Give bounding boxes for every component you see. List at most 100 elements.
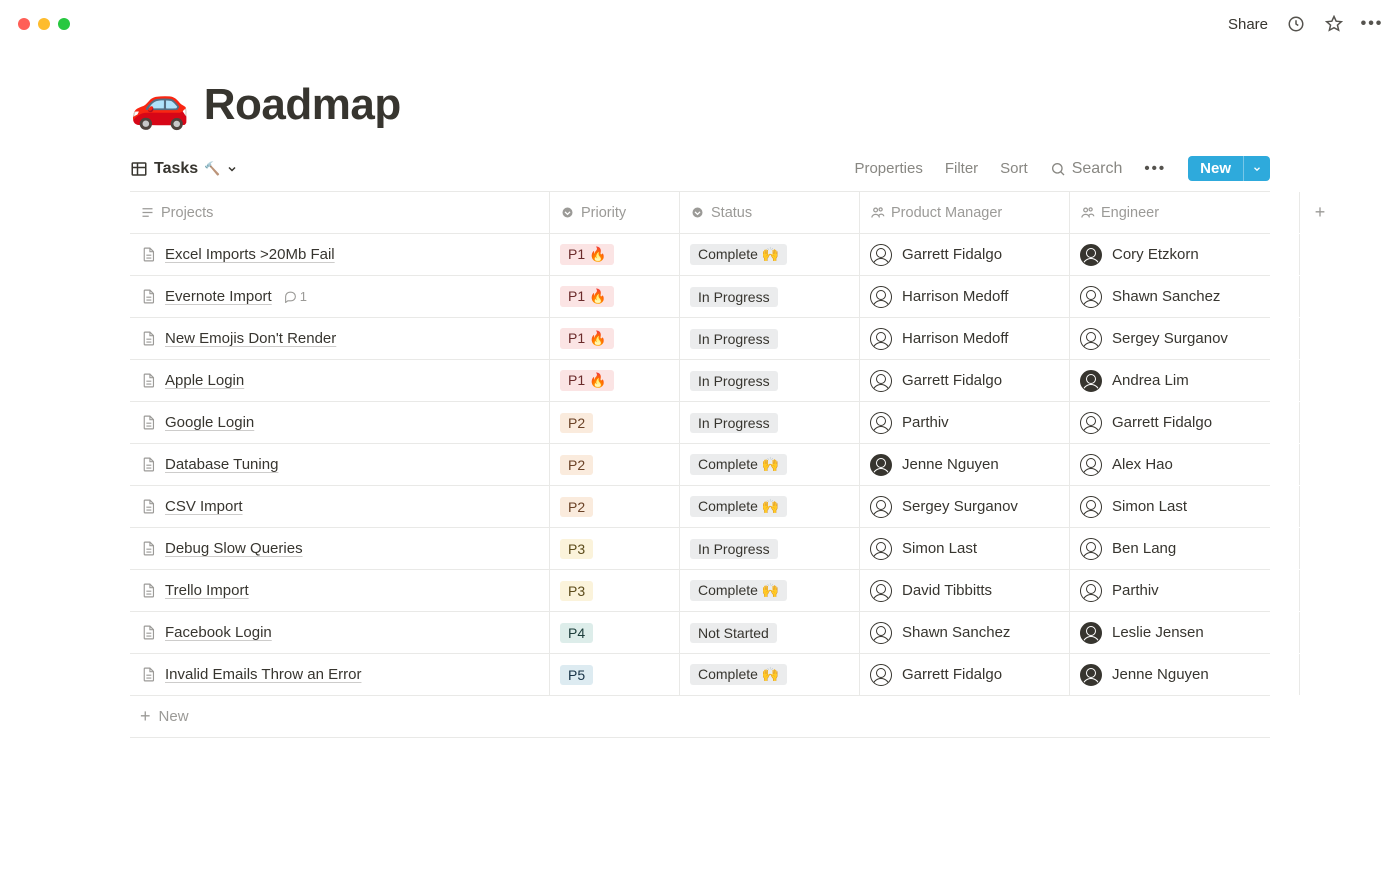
cell-engineer[interactable]: Andrea Lim xyxy=(1070,360,1300,401)
cell-priority[interactable]: P2 xyxy=(550,486,680,527)
sort-button[interactable]: Sort xyxy=(1000,160,1028,177)
cell-priority[interactable]: P3 xyxy=(550,570,680,611)
cell-priority[interactable]: P3 xyxy=(550,528,680,569)
cell-priority[interactable]: P1 🔥 xyxy=(550,360,680,401)
cell-priority[interactable]: P1 🔥 xyxy=(550,276,680,317)
row-title[interactable]: Facebook Login xyxy=(165,624,272,641)
cell-status[interactable]: Complete 🙌 xyxy=(680,444,860,485)
cell-engineer[interactable]: Cory Etzkorn xyxy=(1070,234,1300,275)
cell-title[interactable]: New Emojis Don't Render xyxy=(130,318,550,359)
cell-engineer[interactable]: Shawn Sanchez xyxy=(1070,276,1300,317)
more-icon[interactable]: ••• xyxy=(1362,14,1382,34)
cell-product-manager[interactable]: Simon Last xyxy=(860,528,1070,569)
table-row[interactable]: Database TuningP2Complete 🙌Jenne NguyenA… xyxy=(130,444,1270,486)
cell-product-manager[interactable]: Jenne Nguyen xyxy=(860,444,1070,485)
cell-product-manager[interactable]: David Tibbitts xyxy=(860,570,1070,611)
column-header-pm[interactable]: Product Manager xyxy=(860,192,1070,233)
cell-status[interactable]: Complete 🙌 xyxy=(680,654,860,695)
view-switcher[interactable]: Tasks 🔨 xyxy=(130,160,238,178)
close-window-button[interactable] xyxy=(18,18,30,30)
search-button[interactable]: Search xyxy=(1050,160,1123,178)
cell-engineer[interactable]: Garrett Fidalgo xyxy=(1070,402,1300,443)
cell-priority[interactable]: P2 xyxy=(550,444,680,485)
comment-count[interactable]: 1 xyxy=(284,289,307,304)
table-row[interactable]: New Emojis Don't Render P1 🔥In ProgressHa… xyxy=(130,318,1270,360)
row-title[interactable]: Database Tuning xyxy=(165,456,278,473)
cell-status[interactable]: In Progress xyxy=(680,528,860,569)
cell-product-manager[interactable]: Shawn Sanchez xyxy=(860,612,1070,653)
cell-title[interactable]: Evernote Import 1 xyxy=(130,276,550,317)
row-title[interactable]: New Emojis Don't Render xyxy=(165,330,336,347)
table-row[interactable]: Excel Imports >20Mb Fail P1 🔥Complete 🙌Ga… xyxy=(130,234,1270,276)
row-title[interactable]: Apple Login xyxy=(165,372,244,389)
table-row[interactable]: CSV ImportP2Complete 🙌Sergey SurganovSim… xyxy=(130,486,1270,528)
new-button-dropdown[interactable] xyxy=(1243,156,1270,181)
cell-status[interactable]: In Progress xyxy=(680,402,860,443)
cell-priority[interactable]: P5 xyxy=(550,654,680,695)
cell-title[interactable]: Excel Imports >20Mb Fail xyxy=(130,234,550,275)
row-title[interactable]: Debug Slow Queries xyxy=(165,540,303,557)
cell-title[interactable]: Facebook Login xyxy=(130,612,550,653)
column-header-projects[interactable]: Projects xyxy=(130,192,550,233)
column-header-priority[interactable]: Priority xyxy=(550,192,680,233)
fullscreen-window-button[interactable] xyxy=(58,18,70,30)
table-row[interactable]: Debug Slow Queries P3In ProgressSimon Las… xyxy=(130,528,1270,570)
cell-status[interactable]: In Progress xyxy=(680,318,860,359)
cell-priority[interactable]: P1 🔥 xyxy=(550,234,680,275)
cell-product-manager[interactable]: Parthiv xyxy=(860,402,1070,443)
table-row[interactable]: Invalid Emails Throw an Error P5Complete … xyxy=(130,654,1270,696)
cell-status[interactable]: In Progress xyxy=(680,276,860,317)
cell-status[interactable]: Complete 🙌 xyxy=(680,570,860,611)
cell-engineer[interactable]: Ben Lang xyxy=(1070,528,1300,569)
table-row[interactable]: Trello ImportP3Complete 🙌David TibbittsP… xyxy=(130,570,1270,612)
cell-title[interactable]: Trello Import xyxy=(130,570,550,611)
filter-button[interactable]: Filter xyxy=(945,160,978,177)
row-title[interactable]: Excel Imports >20Mb Fail xyxy=(165,246,335,263)
cell-status[interactable]: In Progress xyxy=(680,360,860,401)
cell-status[interactable]: Complete 🙌 xyxy=(680,486,860,527)
row-title[interactable]: Invalid Emails Throw an Error xyxy=(165,666,361,683)
new-row-button[interactable]: + New xyxy=(130,696,1270,738)
row-title[interactable]: Evernote Import xyxy=(165,288,272,305)
cell-product-manager[interactable]: Sergey Surganov xyxy=(860,486,1070,527)
row-title[interactable]: Google Login xyxy=(165,414,254,431)
table-row[interactable]: Evernote Import 1 P1 🔥In ProgressHarrison … xyxy=(130,276,1270,318)
cell-priority[interactable]: P1 🔥 xyxy=(550,318,680,359)
properties-button[interactable]: Properties xyxy=(854,160,922,177)
cell-title[interactable]: CSV Import xyxy=(130,486,550,527)
cell-product-manager[interactable]: Garrett Fidalgo xyxy=(860,234,1070,275)
row-title[interactable]: CSV Import xyxy=(165,498,243,515)
cell-engineer[interactable]: Sergey Surganov xyxy=(1070,318,1300,359)
cell-title[interactable]: Database Tuning xyxy=(130,444,550,485)
cell-engineer[interactable]: Jenne Nguyen xyxy=(1070,654,1300,695)
share-button[interactable]: Share xyxy=(1228,16,1268,33)
row-title[interactable]: Trello Import xyxy=(165,582,249,599)
cell-product-manager[interactable]: Harrison Medoff xyxy=(860,318,1070,359)
cell-engineer[interactable]: Parthiv xyxy=(1070,570,1300,611)
view-more-icon[interactable]: ••• xyxy=(1144,160,1166,177)
table-row[interactable]: Facebook Login P4Not StartedShawn Sanchez… xyxy=(130,612,1270,654)
page-emoji[interactable]: 🚗 xyxy=(130,81,190,129)
cell-title[interactable]: Google Login xyxy=(130,402,550,443)
cell-product-manager[interactable]: Harrison Medoff xyxy=(860,276,1070,317)
column-header-engineer[interactable]: Engineer xyxy=(1070,192,1300,233)
cell-priority[interactable]: P4 xyxy=(550,612,680,653)
add-column-button[interactable]: + xyxy=(1300,192,1340,233)
cell-status[interactable]: Complete 🙌 xyxy=(680,234,860,275)
table-row[interactable]: Google LoginP2In ProgressParthivGarrett … xyxy=(130,402,1270,444)
new-button[interactable]: New xyxy=(1188,156,1270,181)
page-title[interactable]: Roadmap xyxy=(204,80,401,130)
updates-icon[interactable] xyxy=(1286,14,1306,34)
cell-product-manager[interactable]: Garrett Fidalgo xyxy=(860,360,1070,401)
cell-engineer[interactable]: Alex Hao xyxy=(1070,444,1300,485)
cell-engineer[interactable]: Leslie Jensen xyxy=(1070,612,1300,653)
table-row[interactable]: Apple Login P1 🔥In ProgressGarrett Fidalg… xyxy=(130,360,1270,402)
favorite-icon[interactable] xyxy=(1324,14,1344,34)
cell-title[interactable]: Invalid Emails Throw an Error xyxy=(130,654,550,695)
cell-status[interactable]: Not Started xyxy=(680,612,860,653)
minimize-window-button[interactable] xyxy=(38,18,50,30)
cell-product-manager[interactable]: Garrett Fidalgo xyxy=(860,654,1070,695)
cell-title[interactable]: Debug Slow Queries xyxy=(130,528,550,569)
cell-title[interactable]: Apple Login xyxy=(130,360,550,401)
cell-engineer[interactable]: Simon Last xyxy=(1070,486,1300,527)
